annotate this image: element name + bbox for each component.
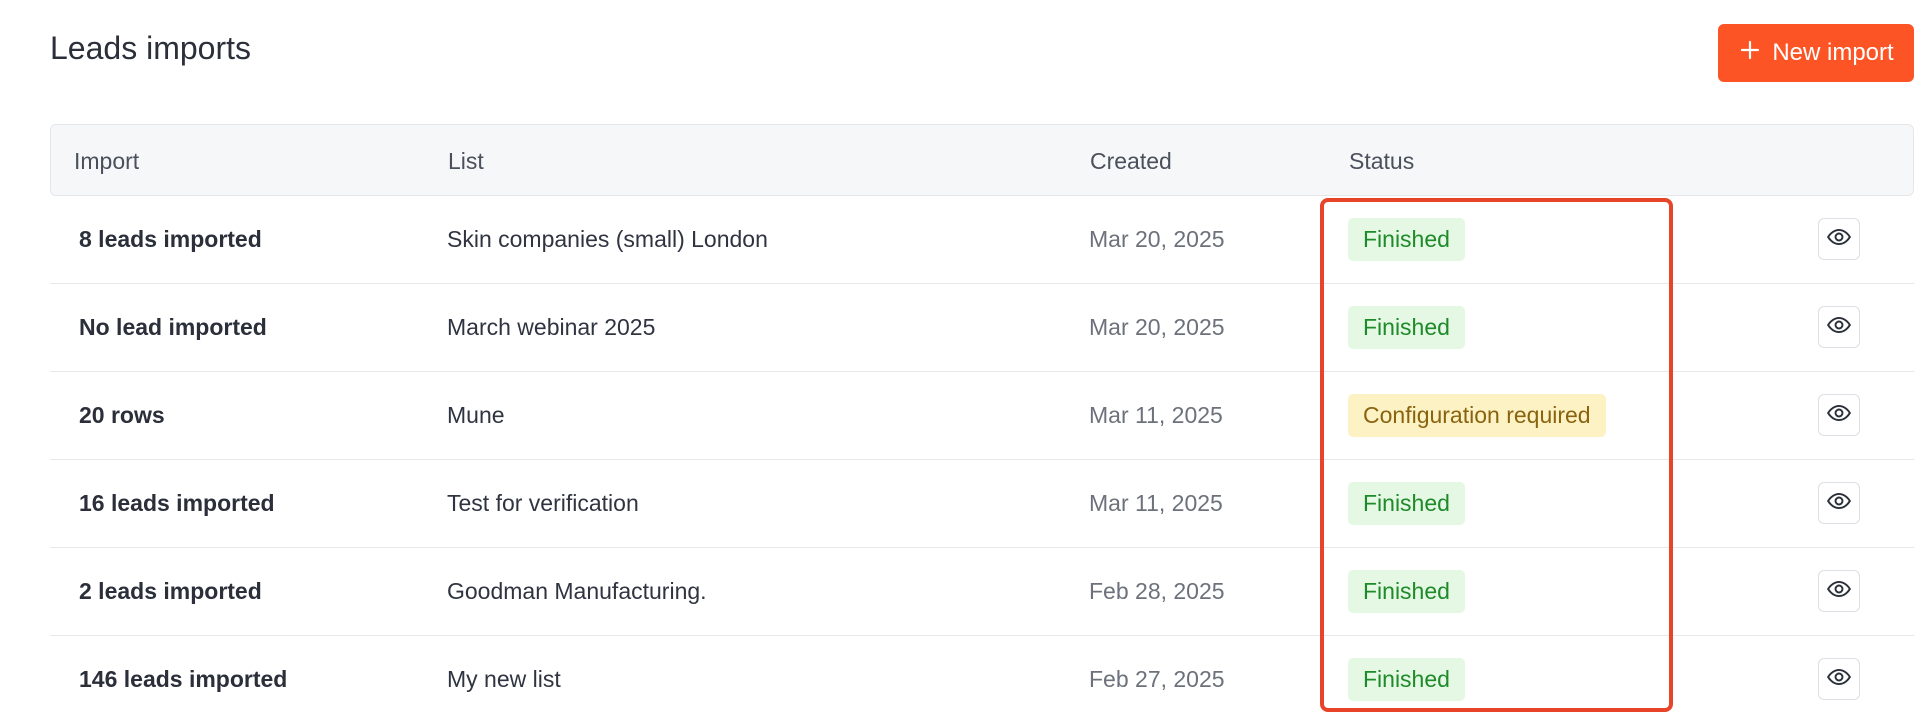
table-row: 146 leads imported My new list Feb 27, 2…: [50, 636, 1914, 723]
eye-icon: [1826, 664, 1852, 695]
list-cell: Goodman Manufacturing.: [447, 578, 707, 604]
status-cell: Finished: [1348, 284, 1465, 371]
column-header-status: Status: [1349, 148, 1415, 174]
table-row: 16 leads imported Test for verification …: [50, 460, 1914, 548]
table-row: 8 leads imported Skin companies (small) …: [50, 196, 1914, 284]
list-cell: Skin companies (small) London: [447, 226, 768, 252]
list-cell: Test for verification: [447, 490, 639, 516]
list-cell: March webinar 2025: [447, 314, 656, 340]
created-cell: Feb 27, 2025: [1089, 666, 1225, 692]
table-row: 20 rows Mune Mar 11, 2025 Configuration …: [50, 372, 1914, 460]
status-cell: Configuration required: [1348, 372, 1606, 459]
table-header: Import List Created Status: [50, 124, 1914, 196]
page-title: Leads imports: [50, 30, 251, 66]
list-cell: Mune: [447, 402, 505, 428]
status-badge: Finished: [1348, 482, 1465, 525]
view-import-button[interactable]: [1818, 570, 1860, 612]
status-badge: Finished: [1348, 570, 1465, 613]
created-cell: Mar 11, 2025: [1089, 490, 1223, 516]
import-cell: 16 leads imported: [79, 490, 275, 516]
view-import-button[interactable]: [1818, 306, 1860, 348]
view-import-button[interactable]: [1818, 218, 1860, 260]
import-cell: 8 leads imported: [79, 226, 262, 252]
status-cell: Finished: [1348, 636, 1465, 723]
created-cell: Mar 20, 2025: [1089, 226, 1225, 252]
column-header-created: Created: [1090, 148, 1172, 174]
new-import-label: New import: [1772, 39, 1894, 66]
status-badge: Finished: [1348, 306, 1465, 349]
created-cell: Feb 28, 2025: [1089, 578, 1225, 604]
created-cell: Mar 11, 2025: [1089, 402, 1223, 428]
eye-icon: [1826, 576, 1852, 607]
table-body: 8 leads imported Skin companies (small) …: [50, 196, 1914, 723]
column-header-import: Import: [74, 148, 140, 174]
table-row: 2 leads imported Goodman Manufacturing. …: [50, 548, 1914, 636]
import-cell: 2 leads imported: [79, 578, 262, 604]
view-import-button[interactable]: [1818, 394, 1860, 436]
status-cell: Finished: [1348, 548, 1465, 635]
column-header-list: List: [448, 148, 484, 174]
eye-icon: [1826, 224, 1852, 255]
import-cell: No lead imported: [79, 314, 267, 340]
table-row: No lead imported March webinar 2025 Mar …: [50, 284, 1914, 372]
status-badge: Finished: [1348, 658, 1465, 701]
eye-icon: [1826, 488, 1852, 519]
import-cell: 20 rows: [79, 402, 165, 428]
imports-table: Import List Created Status 8 leads impor…: [50, 124, 1914, 723]
view-import-button[interactable]: [1818, 658, 1860, 700]
status-badge: Configuration required: [1348, 394, 1606, 437]
new-import-button[interactable]: New import: [1718, 24, 1914, 82]
import-cell: 146 leads imported: [79, 666, 288, 692]
status-cell: Finished: [1348, 460, 1465, 547]
created-cell: Mar 20, 2025: [1089, 314, 1225, 340]
status-badge: Finished: [1348, 218, 1465, 261]
view-import-button[interactable]: [1818, 482, 1860, 524]
eye-icon: [1826, 400, 1852, 431]
list-cell: My new list: [447, 666, 561, 692]
eye-icon: [1826, 312, 1852, 343]
plus-icon: [1738, 38, 1762, 69]
status-cell: Finished: [1348, 196, 1465, 283]
